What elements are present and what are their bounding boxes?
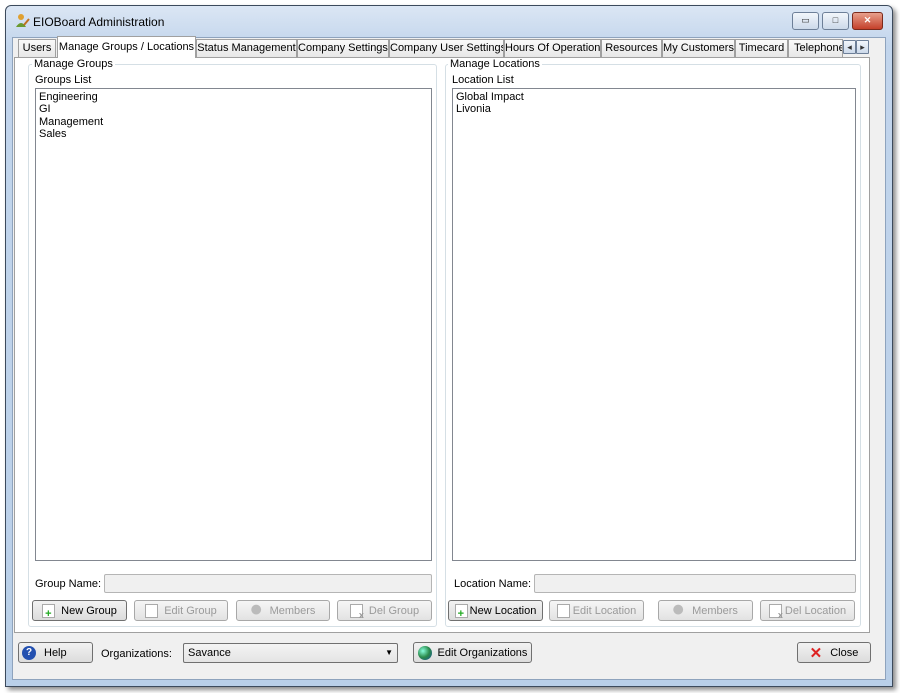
minimize-button[interactable]: ▭	[792, 12, 819, 30]
location-name-input[interactable]	[534, 574, 856, 593]
manage-locations-title: Manage Locations	[448, 58, 542, 70]
groups-list-label: Groups List	[35, 74, 92, 86]
chevron-down-icon: ▼	[385, 648, 393, 657]
edit-document-icon	[556, 603, 570, 618]
list-item[interactable]: Management	[39, 116, 428, 128]
location-name-label: Location Name:	[454, 578, 532, 590]
new-location-button[interactable]: + New Location	[448, 600, 543, 621]
locations-listbox[interactable]: Global Impact Livonia	[452, 88, 856, 561]
help-icon: ?	[22, 645, 36, 660]
new-document-icon: +	[42, 603, 56, 620]
delete-location-button[interactable]: x Del Location	[760, 600, 855, 621]
edit-document-icon	[145, 603, 159, 618]
delete-group-button[interactable]: x Del Group	[337, 600, 432, 621]
organizations-label: Organizations:	[101, 648, 172, 660]
tab-status-management[interactable]: Status Management	[196, 39, 297, 58]
tab-my-customers[interactable]: My Customers	[662, 39, 735, 58]
tab-company-settings[interactable]: Company Settings	[297, 39, 389, 58]
tab-hours-of-operation[interactable]: Hours Of Operation	[504, 39, 601, 58]
list-item[interactable]: Sales	[39, 128, 428, 140]
list-item[interactable]: GI	[39, 103, 428, 115]
window-title: EIOBoard Administration	[33, 15, 165, 29]
list-item[interactable]: Engineering	[39, 91, 428, 103]
close-x-icon: ✕	[809, 644, 823, 662]
new-document-icon: +	[454, 603, 468, 620]
tab-scroll-right-button[interactable]: ▸	[856, 40, 869, 54]
tab-scroll-left-button[interactable]: ◂	[843, 40, 856, 54]
tab-resources[interactable]: Resources	[601, 39, 662, 58]
group-name-input[interactable]	[104, 574, 432, 593]
organizations-selected: Savance	[188, 647, 231, 659]
tab-telephone[interactable]: Telephone	[788, 39, 843, 58]
tab-company-user-settings[interactable]: Company User Settings	[389, 39, 504, 58]
maximize-button[interactable]: □	[822, 12, 849, 30]
help-button[interactable]: ? Help	[18, 642, 93, 663]
edit-group-button[interactable]: Edit Group	[134, 600, 228, 621]
list-item[interactable]: Livonia	[456, 103, 852, 115]
new-group-button[interactable]: + New Group	[32, 600, 127, 621]
close-button[interactable]: ✕ Close	[797, 642, 871, 663]
groups-listbox[interactable]: Engineering GI Management Sales	[35, 88, 432, 561]
delete-document-icon: x	[349, 603, 364, 620]
tab-users[interactable]: Users	[18, 39, 56, 58]
organizations-dropdown[interactable]: Savance ▼	[183, 643, 398, 663]
close-window-button[interactable]: ✕	[852, 12, 883, 30]
manage-groups-title: Manage Groups	[32, 58, 115, 70]
delete-document-icon: x	[768, 603, 783, 620]
users-icon	[250, 603, 264, 618]
tab-timecard[interactable]: Timecard	[735, 39, 788, 58]
users-icon	[673, 603, 687, 618]
edit-location-button[interactable]: Edit Location	[549, 600, 644, 621]
edit-organizations-button[interactable]: Edit Organizations	[413, 642, 532, 663]
list-item[interactable]: Global Impact	[456, 91, 852, 103]
tab-manage-groups-locations[interactable]: Manage Groups / Locations	[57, 36, 196, 58]
app-icon	[15, 13, 30, 28]
location-members-button[interactable]: Members	[658, 600, 753, 621]
group-members-button[interactable]: Members	[236, 600, 330, 621]
globe-icon	[417, 645, 432, 660]
group-name-label: Group Name:	[35, 578, 102, 590]
location-list-label: Location List	[452, 74, 514, 86]
